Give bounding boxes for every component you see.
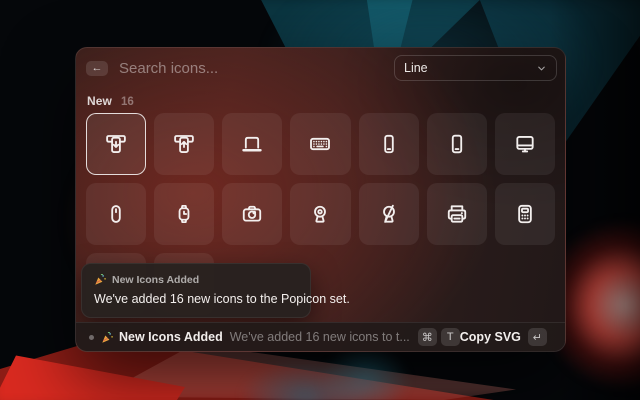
icon-tile-webcam-off[interactable]: [358, 183, 419, 245]
mouse-icon: [111, 205, 121, 223]
actions-label: Actions: [565, 330, 566, 344]
tablet-icon: [451, 134, 462, 154]
icon-tile-keyboard[interactable]: [290, 113, 351, 175]
icon-tile-card-insert-up[interactable]: [154, 113, 215, 175]
search-input[interactable]: [119, 59, 394, 77]
launcher-window: ← Line New 16: [75, 47, 566, 352]
search-header: ← Line: [76, 48, 565, 88]
chevron-down-icon: [538, 66, 545, 70]
webcam-icon: [314, 205, 327, 223]
section-header: New 16: [87, 94, 134, 108]
icon-tile-laptop[interactable]: [222, 113, 283, 175]
tooltip-message: We've added 16 new icons to the Popicon …: [94, 292, 350, 306]
smartphone-icon: [383, 134, 394, 154]
icon-tile-webcam[interactable]: [290, 183, 351, 245]
card-insert-up-icon: [174, 135, 195, 153]
card-insert-down-icon: [106, 135, 126, 153]
keycap-return: ↵: [527, 328, 547, 346]
smartwatch-icon: [178, 204, 190, 224]
back-button[interactable]: ←: [86, 60, 108, 76]
copy-svg-button[interactable]: Copy SVG ↵: [460, 328, 547, 346]
section-count: 16: [120, 96, 134, 108]
laptop-icon: [242, 136, 263, 152]
party-popper-icon: [95, 274, 106, 285]
icon-tile-smartwatch[interactable]: [154, 183, 215, 245]
keycap-cmd: ⌘: [417, 328, 437, 346]
selected-item-title: New Icons Added: [119, 330, 223, 344]
icon-tile-calculator[interactable]: [494, 183, 555, 245]
icon-tile-desktop-monitor[interactable]: [494, 113, 555, 175]
section-label: New: [87, 94, 112, 108]
status-dot-icon: [89, 334, 94, 340]
icon-tile-camera[interactable]: [222, 183, 283, 245]
icon-tile-smartphone[interactable]: [358, 113, 419, 175]
calculator-icon: [518, 204, 532, 224]
keycap-t: T: [440, 328, 460, 346]
printer-icon: [447, 205, 466, 223]
action-bar: New Icons Added We've added 16 new icons…: [76, 322, 565, 351]
copy-svg-label: Copy SVG: [459, 330, 521, 344]
icon-tile-tablet[interactable]: [426, 113, 487, 175]
party-popper-icon: [102, 331, 113, 343]
keyboard-icon: [310, 137, 331, 151]
new-icons-tooltip: New Icons Added We've added 16 new icons…: [81, 263, 350, 318]
icon-tile-card-insert-down[interactable]: [86, 113, 147, 175]
icon-tile-mouse[interactable]: [86, 183, 147, 245]
webcam-off-icon: [382, 204, 395, 223]
style-dropdown-value: Line: [404, 61, 428, 75]
icon-tile-printer[interactable]: [426, 183, 487, 245]
selected-item-preview: We've added 16 new icons to t...: [229, 330, 410, 344]
camera-icon: [243, 205, 262, 222]
style-dropdown[interactable]: Line: [394, 55, 557, 81]
tooltip-title: New Icons Added: [112, 273, 200, 286]
desktop-monitor-icon: [516, 136, 534, 153]
arrow-left-icon: ←: [91, 61, 103, 74]
